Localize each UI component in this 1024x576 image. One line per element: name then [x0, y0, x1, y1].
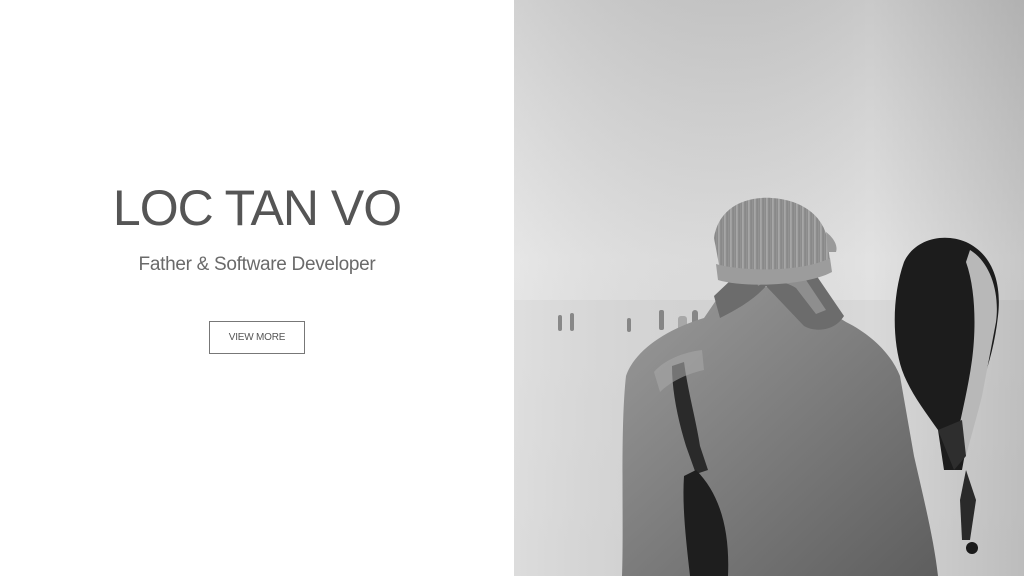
hero-name: LOC TAN VO [112, 180, 402, 236]
page: LOC TAN VO Father & Software Developer V… [0, 0, 1024, 576]
photo-of-father-carrying-child [514, 0, 1024, 576]
hero-tagline: Father & Software Developer [138, 254, 376, 275]
hero-photo [514, 0, 1024, 576]
hero-panel: LOC TAN VO Father & Software Developer V… [0, 0, 514, 576]
view-more-button[interactable]: VIEW MORE [209, 321, 305, 354]
